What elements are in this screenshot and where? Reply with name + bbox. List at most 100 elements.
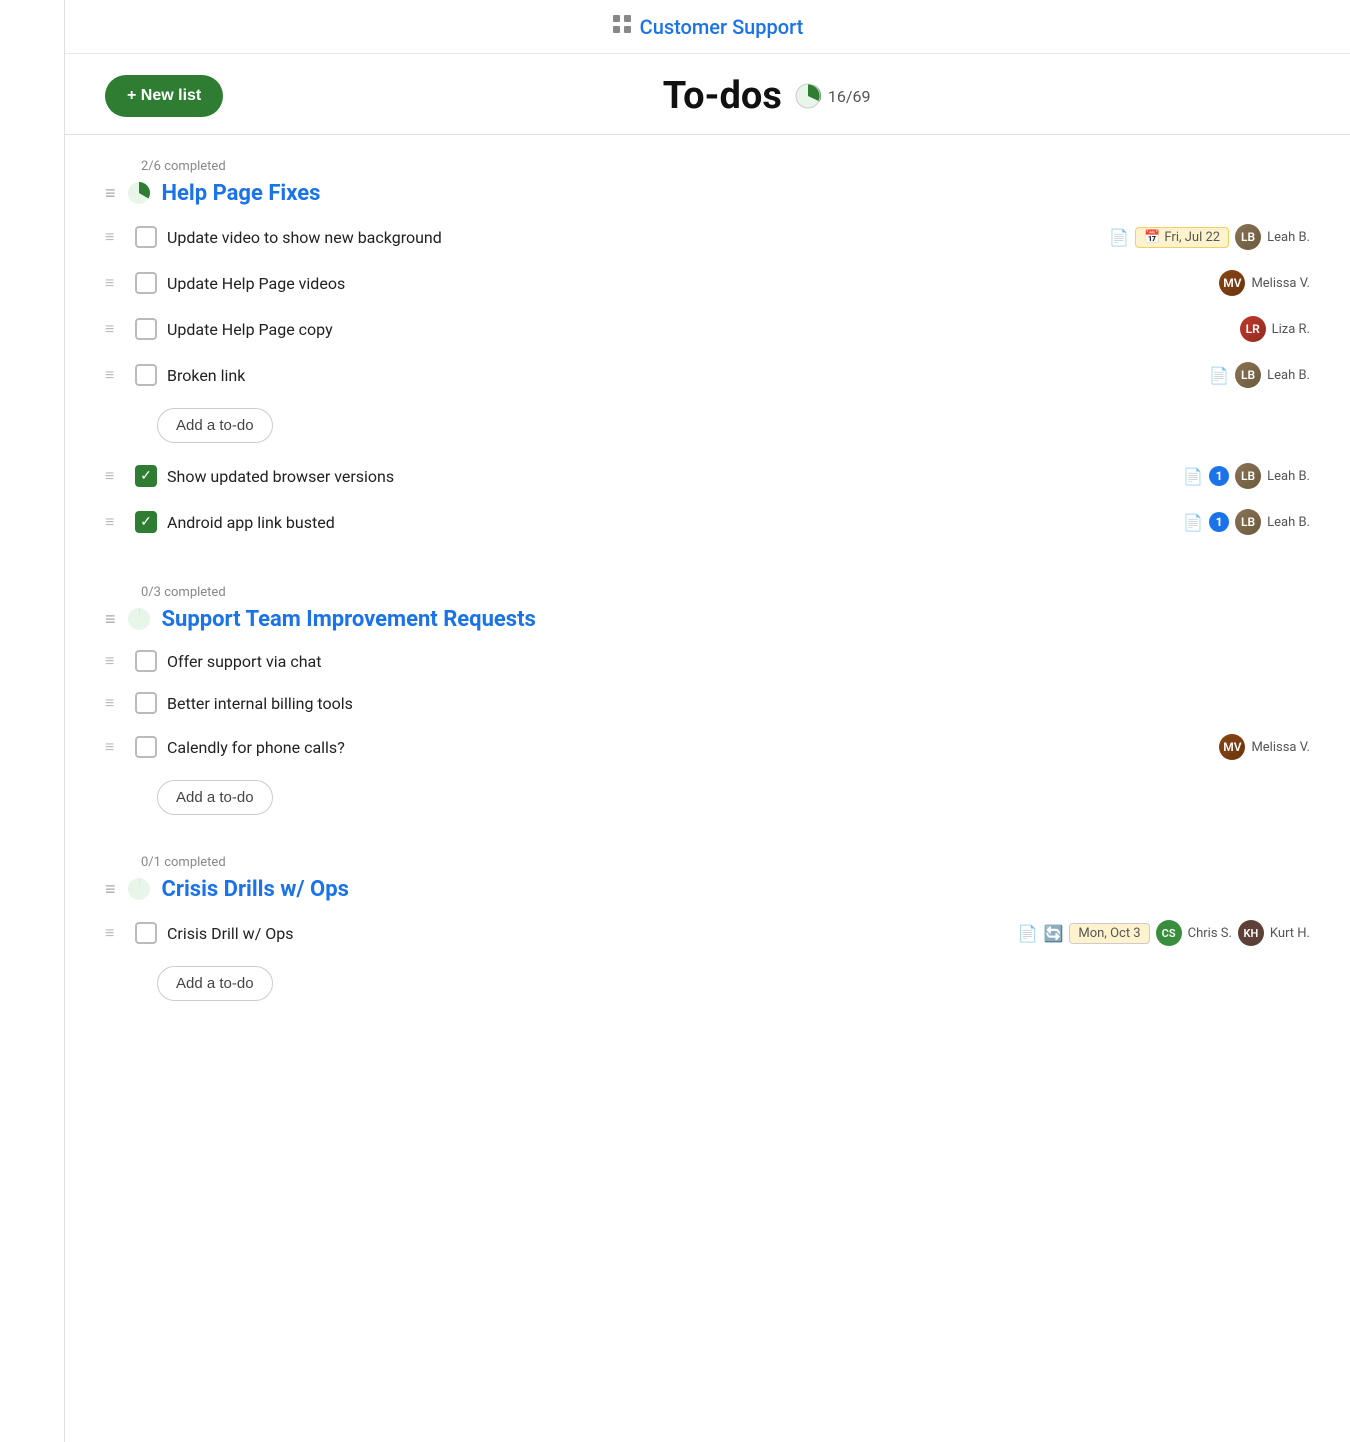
project-name: Customer Support (640, 15, 804, 39)
todo-item-t9: ≡ Calendly for phone calls? MV Melissa V… (105, 724, 1310, 770)
todo-drag-t10[interactable]: ≡ (105, 923, 125, 943)
list-title-2[interactable]: Crisis Drills w/ Ops (162, 877, 349, 902)
avatar-liza-t3: LR (1240, 316, 1266, 342)
todo-drag-t7[interactable]: ≡ (105, 651, 125, 671)
todo-drag-t8[interactable]: ≡ (105, 693, 125, 713)
todo-text-t3: Update Help Page copy (167, 320, 1230, 339)
todo-meta-t1: 📄 📅 Fri, Jul 22 LB Leah B. (1109, 224, 1310, 250)
todo-item-t7: ≡ Offer support via chat (105, 640, 1310, 682)
todo-meta-t3: LR Liza R. (1240, 316, 1310, 342)
assignee-label-t6: Leah B. (1267, 515, 1310, 530)
add-todo-button-2[interactable]: Add a to-do (157, 966, 273, 1001)
progress-badge: 16/69 (794, 82, 871, 110)
assignee-label-t9: Melissa V. (1251, 740, 1310, 755)
todo-text-t2: Update Help Page videos (167, 274, 1209, 293)
todo-text-t10: Crisis Drill w/ Ops (167, 924, 1008, 943)
comment-badge-t5: 1 (1209, 466, 1229, 486)
assignee-label-t2: Melissa V. (1251, 276, 1310, 291)
todo-item-t1: ≡ Update video to show new background 📄 … (105, 214, 1310, 260)
list-pie-0 (126, 180, 152, 206)
new-list-button[interactable]: + New list (105, 75, 223, 117)
todo-meta-t9: MV Melissa V. (1219, 734, 1310, 760)
top-bar: Customer Support (65, 0, 1350, 54)
lists-container: 2/6 completed ≡ Help Page Fixes ≡ Update… (65, 143, 1350, 1081)
assignee-label-t5: Leah B. (1267, 469, 1310, 484)
avatar-kurt-t10: KH (1238, 920, 1264, 946)
list-title-0[interactable]: Help Page Fixes (162, 181, 321, 206)
todo-checkbox-t6[interactable]: ✓ (135, 511, 157, 533)
progress-text: 16/69 (828, 87, 871, 106)
comment-badge-t6: 1 (1209, 512, 1229, 532)
todo-text-t1: Update video to show new background (167, 228, 1099, 247)
completed-label-1: 0/3 completed (141, 585, 1310, 600)
todo-drag-t1[interactable]: ≡ (105, 227, 125, 247)
todo-checkbox-t5[interactable]: ✓ (135, 465, 157, 487)
todo-drag-t6[interactable]: ≡ (105, 512, 125, 532)
list-title-1[interactable]: Support Team Improvement Requests (162, 607, 536, 632)
avatar-leah-t6: LB (1235, 509, 1261, 535)
new-list-label: + New list (127, 87, 201, 105)
todo-text-t7: Offer support via chat (167, 652, 1300, 671)
completed-label-0: 2/6 completed (141, 159, 1310, 174)
todo-checkbox-t4[interactable] (135, 364, 157, 386)
todo-checkbox-t10[interactable] (135, 922, 157, 944)
list-drag-handle-0[interactable]: ≡ (105, 183, 116, 204)
calendar-icon-t1: 📅 (1144, 230, 1160, 245)
header-divider (65, 134, 1350, 135)
avatar-melissa-t2: MV (1219, 270, 1245, 296)
todo-meta-t10: 📄 🔄 Mon, Oct 3 CS Chris S. KH Kurt H. (1018, 920, 1310, 946)
list-drag-handle-2[interactable]: ≡ (105, 879, 116, 900)
todo-drag-t3[interactable]: ≡ (105, 319, 125, 339)
todo-checkbox-t2[interactable] (135, 272, 157, 294)
avatar-leah-t4: LB (1235, 362, 1261, 388)
list-drag-handle-1[interactable]: ≡ (105, 609, 116, 630)
todo-checkbox-t8[interactable] (135, 692, 157, 714)
todo-text-t6: Android app link busted (167, 513, 1173, 532)
assignee-label-t1: Leah B. (1267, 230, 1310, 245)
completed-divider-0 (105, 443, 1310, 453)
repeat-icon-t10: 🔄 (1043, 924, 1063, 943)
note-icon-t10: 📄 (1018, 924, 1038, 943)
note-icon-t4: 📄 (1209, 366, 1229, 385)
assignee-label-t4: Leah B. (1267, 368, 1310, 383)
todo-drag-t9[interactable]: ≡ (105, 737, 125, 757)
list-pie-1 (126, 606, 152, 632)
todo-item-t3: ≡ Update Help Page copy LR Liza R. (105, 306, 1310, 352)
add-todo-button-1[interactable]: Add a to-do (157, 780, 273, 815)
avatar-melissa-t9: MV (1219, 734, 1245, 760)
assignee2-label-t10: Kurt H. (1270, 926, 1310, 941)
page-title: To-dos (663, 74, 782, 118)
todo-checkbox-t7[interactable] (135, 650, 157, 672)
todo-item-t5: ≡ ✓ Show updated browser versions 📄 1 LB… (105, 453, 1310, 499)
todo-meta-t5: 📄 1 LB Leah B. (1183, 463, 1310, 489)
project-link[interactable]: Customer Support (612, 14, 804, 39)
avatar-leah-t5: LB (1235, 463, 1261, 489)
todo-item-t10: ≡ Crisis Drill w/ Ops 📄 🔄 Mon, Oct 3 CS … (105, 910, 1310, 956)
todo-drag-t2[interactable]: ≡ (105, 273, 125, 293)
note-icon-t1: 📄 (1109, 228, 1129, 247)
todo-meta-t2: MV Melissa V. (1219, 270, 1310, 296)
list-header-1: ≡ Support Team Improvement Requests (105, 606, 1310, 632)
todo-checkbox-t1[interactable] (135, 226, 157, 248)
overall-progress-pie (794, 82, 822, 110)
note-icon-t6: 📄 (1183, 513, 1203, 532)
todo-checkbox-t9[interactable] (135, 736, 157, 758)
todo-checkbox-t3[interactable] (135, 318, 157, 340)
assignee-label-t10: Chris S. (1188, 926, 1232, 941)
page-header: + New list To-dos 16/69 (65, 54, 1350, 134)
avatar-chris-t10: CS (1156, 920, 1182, 946)
todo-drag-t5[interactable]: ≡ (105, 466, 125, 486)
todo-item-t4: ≡ Broken link 📄 LB Leah B. (105, 352, 1310, 398)
todo-text-t8: Better internal billing tools (167, 694, 1300, 713)
todo-text-t9: Calendly for phone calls? (167, 738, 1209, 757)
todo-item-t6: ≡ ✓ Android app link busted 📄 1 LB Leah … (105, 499, 1310, 545)
list-section-support-team: 0/3 completed ≡ Support Team Improvement… (105, 585, 1310, 815)
todo-meta-t4: 📄 LB Leah B. (1209, 362, 1310, 388)
avatar-leah-t1: LB (1235, 224, 1261, 250)
list-header-0: ≡ Help Page Fixes (105, 180, 1310, 206)
list-header-2: ≡ Crisis Drills w/ Ops (105, 876, 1310, 902)
todo-drag-t4[interactable]: ≡ (105, 365, 125, 385)
add-todo-button-0[interactable]: Add a to-do (157, 408, 273, 443)
list-section-help-page-fixes: 2/6 completed ≡ Help Page Fixes ≡ Update… (105, 159, 1310, 545)
note-icon-t5: 📄 (1183, 467, 1203, 486)
